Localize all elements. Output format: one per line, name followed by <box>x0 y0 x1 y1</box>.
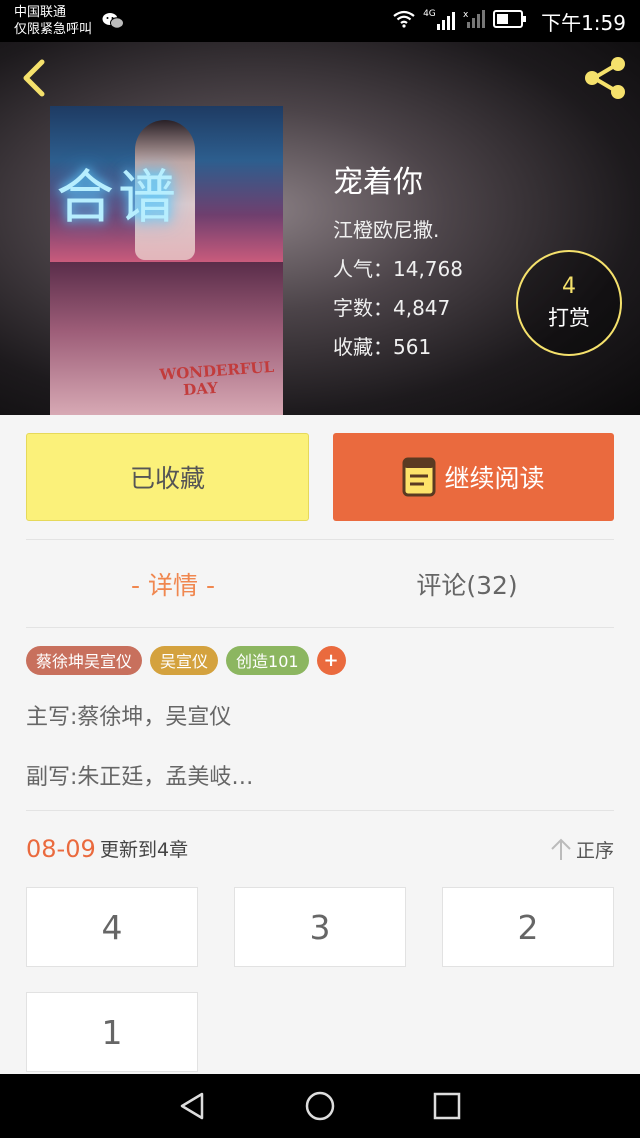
tab-detail[interactable]: - 详情 - <box>26 554 320 614</box>
tab-comments[interactable]: 评论(32) <box>320 554 614 614</box>
tag-label: 创造101 <box>236 652 299 671</box>
reward-label: 打赏 <box>548 306 590 330</box>
update-text: 更新到4章 <box>100 839 189 861</box>
status-time: 下午1:59 <box>541 10 626 35</box>
signal-icon: 4G <box>423 9 456 31</box>
no-signal-icon: x <box>463 9 486 33</box>
reward-button[interactable]: 4 打赏 <box>516 250 622 356</box>
svg-text:x: x <box>463 10 469 20</box>
sub-writer-text[interactable]: 副写:朱正廷，孟美岐… <box>26 763 253 793</box>
book-info: 宠着你 江橙欧尼撒. 人气：14,768 字数：4,847 收藏：561 <box>333 162 463 361</box>
tag-label: 蔡徐坤吴宣仪 <box>36 652 133 671</box>
sort-button[interactable]: 正序 <box>550 834 614 864</box>
circle-home-icon <box>305 1091 335 1121</box>
book-title: 宠着你 <box>333 165 423 200</box>
book-cover[interactable]: 合谱 WONDERFUL DAY <box>50 106 283 415</box>
system-nav-bar <box>0 1074 640 1138</box>
chapter-button[interactable]: 4 <box>26 887 198 967</box>
sort-label: 正序 <box>575 839 614 862</box>
book-icon <box>402 457 436 497</box>
favorites-stat: 收藏：561 <box>333 335 432 359</box>
tag-item[interactable]: 吴宣仪 <box>150 645 219 675</box>
update-date: 08-09 <box>26 835 96 863</box>
share-icon <box>585 57 625 99</box>
chapter-button[interactable]: 2 <box>442 887 614 967</box>
book-header: 合谱 WONDERFUL DAY 宠着你 江橙欧尼撒. 人气：14,768 字数… <box>0 42 640 415</box>
tag-item[interactable]: 创造101 <box>226 645 309 675</box>
divider <box>26 627 614 628</box>
tag-list: 蔡徐坤吴宣仪 吴宣仪 创造101 + <box>26 645 346 675</box>
continue-reading-button[interactable]: 继续阅读 <box>333 433 614 521</box>
cover-shirt-text: WONDERFUL DAY <box>158 357 275 400</box>
cover-neon-text: 合谱 <box>56 163 181 231</box>
chapter-button[interactable]: 3 <box>234 887 406 967</box>
popularity-stat: 人气：14,768 <box>333 257 463 281</box>
wechat-icon <box>102 12 124 34</box>
continue-reading-label: 继续阅读 <box>444 464 545 493</box>
carrier-info: 中国联通 仅限紧急呼叫 <box>14 4 92 38</box>
add-tag-button[interactable]: + <box>316 645 346 675</box>
tag-label: 吴宣仪 <box>160 652 209 671</box>
word-count-stat: 字数：4,847 <box>333 296 451 320</box>
main-writer-text: 主写:蔡徐坤，吴宣仪 <box>26 705 232 730</box>
status-bar: 中国联通 仅限紧急呼叫 4G x 下午1:59 <box>0 0 640 42</box>
status-icons: 4G x 下午1:59 <box>393 0 626 42</box>
wifi-icon <box>393 10 415 32</box>
book-author[interactable]: 江橙欧尼撒. <box>333 216 463 244</box>
action-row: 已收藏 继续阅读 <box>26 433 614 521</box>
arrow-up-icon <box>551 838 571 860</box>
reward-count: 4 <box>562 274 576 299</box>
square-recents-icon <box>433 1092 460 1120</box>
emergency-only-text: 仅限紧急呼叫 <box>14 22 93 37</box>
nav-back-button[interactable] <box>173 1086 213 1126</box>
divider <box>26 810 614 811</box>
back-button[interactable] <box>14 56 54 100</box>
back-icon <box>23 59 45 97</box>
chapter-button[interactable]: 1 <box>26 992 198 1072</box>
divider <box>26 539 614 540</box>
share-button[interactable] <box>580 54 630 102</box>
triangle-back-icon <box>181 1092 204 1120</box>
carrier-name: 中国联通 <box>14 5 67 20</box>
nav-home-button[interactable] <box>300 1086 340 1126</box>
cover-image-top: 合谱 <box>50 106 283 262</box>
tag-item[interactable]: 蔡徐坤吴宣仪 <box>26 645 143 675</box>
collected-button[interactable]: 已收藏 <box>26 433 309 521</box>
battery-icon <box>493 10 527 32</box>
nav-recents-button[interactable] <box>427 1086 467 1126</box>
